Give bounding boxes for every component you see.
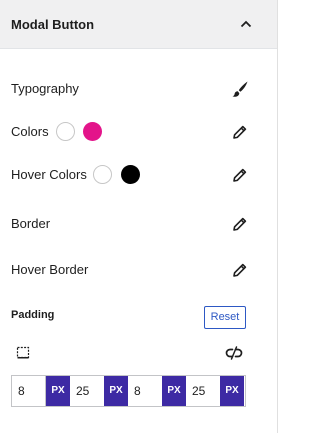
colors-label: Colors bbox=[11, 124, 49, 139]
hover-border-row: Hover Border bbox=[0, 255, 277, 285]
pencil-icon[interactable] bbox=[231, 123, 249, 141]
typography-label: Typography bbox=[11, 81, 79, 96]
padding-inputs-group: 8 PX 25 PX 8 PX 25 PX bbox=[11, 375, 246, 407]
padding-left-unit-button[interactable]: PX bbox=[220, 376, 244, 406]
typography-row: Typography bbox=[0, 74, 277, 104]
desktop-device-icon[interactable] bbox=[16, 346, 30, 360]
color-swatch-normal[interactable] bbox=[56, 122, 75, 141]
padding-left-input[interactable]: 25 bbox=[186, 376, 220, 406]
padding-bottom: 8 PX bbox=[128, 376, 186, 406]
padding-right: 25 PX bbox=[70, 376, 128, 406]
padding-bottom-unit-button[interactable]: PX bbox=[162, 376, 186, 406]
padding-label: Padding bbox=[11, 309, 55, 321]
padding-left: 25 PX bbox=[186, 376, 244, 406]
padding-bottom-input[interactable]: 8 bbox=[128, 376, 162, 406]
border-label: Border bbox=[11, 216, 51, 231]
pencil-icon[interactable] bbox=[231, 166, 249, 184]
pencil-icon[interactable] bbox=[231, 215, 249, 233]
chevron-up-icon[interactable] bbox=[238, 16, 254, 32]
pencil-icon[interactable] bbox=[231, 261, 249, 279]
hover-border-label: Hover Border bbox=[11, 262, 89, 277]
modal-button-panel: Modal Button Typography Colors Hover Col… bbox=[0, 0, 278, 433]
hover-color-swatch-black[interactable] bbox=[121, 165, 140, 184]
link-values-icon[interactable] bbox=[224, 345, 244, 361]
padding-top: 8 PX bbox=[12, 376, 70, 406]
colors-row: Colors bbox=[0, 117, 277, 147]
hover-color-swatch-white[interactable] bbox=[93, 165, 112, 184]
paintbrush-icon[interactable] bbox=[231, 80, 249, 98]
color-swatch-pink[interactable] bbox=[83, 122, 102, 141]
border-row: Border bbox=[0, 209, 277, 239]
panel-header[interactable]: Modal Button bbox=[0, 0, 277, 49]
panel-title: Modal Button bbox=[11, 17, 95, 32]
padding-top-input[interactable]: 8 bbox=[12, 376, 46, 406]
padding-top-unit-button[interactable]: PX bbox=[46, 376, 70, 406]
padding-reset-button[interactable]: Reset bbox=[204, 306, 246, 329]
hover-colors-row: Hover Colors bbox=[0, 160, 277, 190]
hover-colors-label: Hover Colors bbox=[11, 167, 87, 182]
padding-right-unit-button[interactable]: PX bbox=[104, 376, 128, 406]
padding-right-input[interactable]: 25 bbox=[70, 376, 104, 406]
